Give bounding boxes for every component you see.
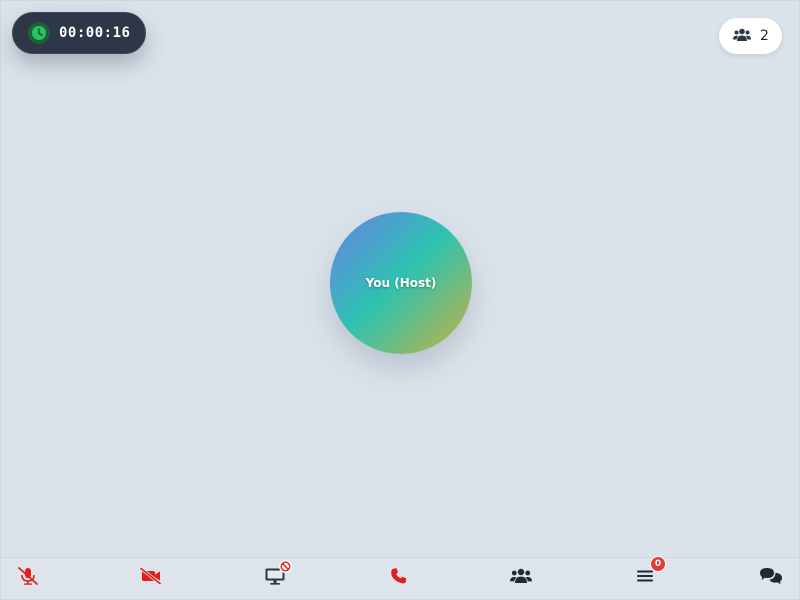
blocked-icon xyxy=(279,560,292,573)
call-timer: 00:00:16 xyxy=(12,12,146,54)
chat-button[interactable] xyxy=(758,566,784,590)
comments-icon xyxy=(759,567,783,589)
phone-icon xyxy=(390,567,408,589)
screen-share-button[interactable] xyxy=(262,560,292,590)
video-toggle-button[interactable] xyxy=(138,566,164,590)
participant-name: You (Host) xyxy=(365,276,437,290)
participant-count: 2 xyxy=(760,28,769,44)
participants-button[interactable] xyxy=(508,566,534,590)
end-call-button[interactable] xyxy=(386,566,412,590)
clock-icon xyxy=(28,22,50,44)
control-bar: 0 xyxy=(1,556,799,599)
microphone-slash-icon xyxy=(17,567,39,589)
users-icon xyxy=(510,568,532,588)
bars-icon xyxy=(636,568,654,588)
mute-button[interactable] xyxy=(15,566,41,590)
elapsed-time: 00:00:16 xyxy=(59,25,131,41)
video-slash-icon xyxy=(140,567,162,588)
participant-avatar: You (Host) xyxy=(330,212,472,354)
participant-count-badge[interactable]: 2 xyxy=(719,18,782,54)
users-icon xyxy=(733,27,751,46)
menu-button[interactable]: 0 xyxy=(632,556,666,590)
notification-badge: 0 xyxy=(650,556,666,572)
